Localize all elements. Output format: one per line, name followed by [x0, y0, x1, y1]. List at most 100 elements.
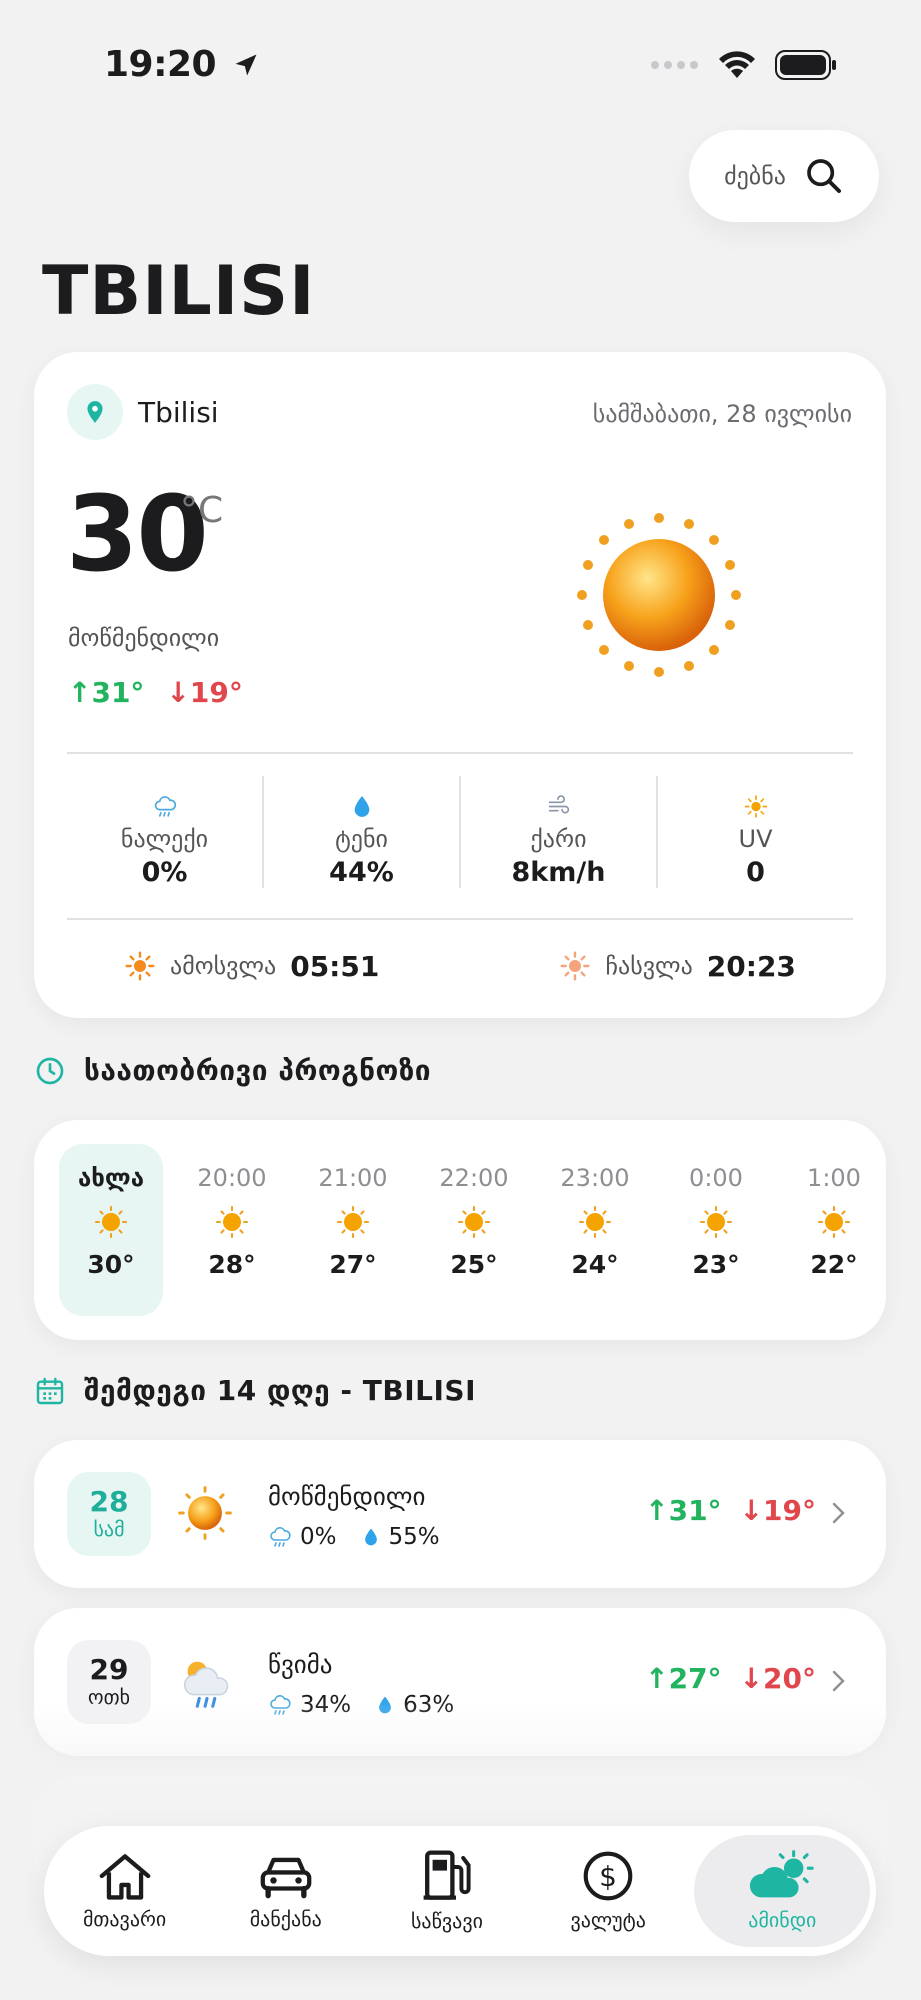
day-high: ↑27°	[645, 1662, 722, 1695]
day-row-today[interactable]: 28 სამ მოწმენდილი 0% 55% ↑31° ↓19°	[34, 1440, 886, 1588]
low-temp: ↓19°	[166, 676, 243, 709]
droplet-icon	[354, 796, 369, 817]
sunset-time: 20:23	[706, 949, 796, 983]
dollar-icon: $	[583, 1851, 633, 1901]
battery-icon	[775, 50, 836, 80]
day-low: ↓20°	[739, 1662, 816, 1695]
sun-icon	[574, 510, 744, 684]
stat-precipitation: ნალექი 0%	[67, 776, 264, 888]
search-button[interactable]: ძებნა	[689, 130, 879, 222]
day-temps: ↑27° ↓20°	[645, 1662, 816, 1695]
status-time: 19:20	[104, 44, 260, 85]
stat-humidity: ტენი 44%	[264, 776, 461, 888]
hour-item-now[interactable]: ახლა 30°	[59, 1144, 163, 1316]
weather-stats: ნალექი 0% ტენი 44% ქარი 8km/h UV 0	[67, 776, 853, 888]
bottom-tab-bar: მთავარი მანქანა საწვავი $ ვალუტა ამინდი	[44, 1826, 876, 1956]
hour-item[interactable]: 0:00 23°	[664, 1120, 768, 1340]
tab-label: საწვავი	[410, 1909, 483, 1933]
chevron-right-icon	[832, 1502, 845, 1524]
hour-temp: 28°	[208, 1250, 256, 1279]
stat-wind: ქარი 8km/h	[461, 776, 658, 888]
sun-icon	[336, 1205, 370, 1239]
hour-time: 21:00	[318, 1164, 388, 1192]
calendar-icon	[36, 1377, 64, 1404]
hour-item[interactable]: 22:00 25°	[422, 1120, 526, 1340]
day-high: ↑31°	[645, 1494, 722, 1527]
daily-forecast-header: შემდეგი 14 დღე - TBILISI	[34, 1374, 476, 1407]
chevron-right-icon	[832, 1670, 845, 1692]
hour-item[interactable]: 20:00 28°	[180, 1120, 284, 1340]
temperature-unit: °C	[180, 490, 224, 531]
fuel-icon	[423, 1850, 471, 1900]
stat-value: 44%	[329, 857, 394, 888]
day-condition: წვიმა	[268, 1650, 333, 1679]
hour-time: ახლა	[78, 1164, 144, 1192]
weather-icon	[750, 1850, 815, 1898]
current-weather-card: Tbilisi სამშაბათი, 28 ივლისი 30 °C მოწმე…	[34, 352, 886, 1018]
day-number: 28	[89, 1484, 129, 1518]
hour-temp: 25°	[450, 1250, 498, 1279]
sun-times: ამოსვლა 05:51 ჩასვლა 20:23	[34, 936, 886, 996]
hour-time: 23:00	[560, 1164, 630, 1192]
status-icons	[651, 50, 837, 80]
day-meta: 0% 55%	[268, 1524, 440, 1550]
current-date: სამშაბათი, 28 ივლისი	[592, 400, 852, 428]
stat-label: ტენი	[335, 825, 388, 853]
car-icon	[260, 1857, 312, 1899]
stat-value: 0%	[141, 857, 188, 888]
uv-sun-icon	[744, 795, 767, 818]
stat-label: ქარი	[530, 825, 587, 853]
rain-cloud-icon	[154, 796, 176, 817]
wifi-icon	[719, 51, 755, 78]
droplet-icon	[364, 1528, 377, 1546]
day-of-week: სამ	[93, 1517, 125, 1542]
hour-temp: 27°	[329, 1250, 377, 1279]
day-temps: ↑31° ↓19°	[645, 1494, 816, 1527]
day-low: ↓19°	[739, 1494, 816, 1527]
status-time-text: 19:20	[104, 44, 217, 85]
hour-item[interactable]: 21:00 27°	[301, 1120, 405, 1340]
hour-temp: 23°	[692, 1250, 740, 1279]
stat-uv: UV 0	[658, 776, 853, 888]
cellular-icon	[651, 61, 698, 69]
sun-icon	[578, 1205, 612, 1239]
hour-temp: 24°	[571, 1250, 619, 1279]
high-low: ↑31° ↓19°	[68, 676, 243, 709]
wind-icon	[548, 795, 569, 814]
tab-label: მანქანა	[249, 1907, 322, 1931]
hour-item[interactable]: 1:00 22°	[782, 1120, 886, 1340]
hourly-forecast-title: საათობრივი პროგნოზი	[84, 1054, 432, 1087]
hour-item[interactable]: 23:00 24°	[543, 1120, 647, 1340]
high-temp: ↑31°	[68, 676, 145, 709]
daily-forecast-title: შემდეგი 14 დღე - TBILISI	[84, 1374, 476, 1407]
sunset-label: ჩასვლა	[605, 952, 693, 980]
location-pin-icon	[87, 401, 103, 423]
hourly-forecast-header: საათობრივი პროგნოზი	[34, 1054, 431, 1087]
hourly-forecast-card[interactable]: ახლა 30° 20:00 28° 21:00 27° 22:00 25° 2…	[34, 1120, 886, 1340]
search-icon	[807, 159, 841, 193]
tab-currency[interactable]: $ ვალუტა	[533, 1835, 683, 1947]
date-badge: 28 სამ	[67, 1472, 151, 1556]
day-condition: მოწმენდილი	[268, 1482, 426, 1511]
location-name: Tbilisi	[138, 396, 219, 429]
tab-weather[interactable]: ამინდი	[694, 1835, 871, 1947]
location-badge	[67, 384, 123, 440]
svg-text:$: $	[599, 1860, 617, 1893]
hour-time: 1:00	[807, 1164, 861, 1192]
location-arrow-icon	[235, 54, 257, 76]
tab-car[interactable]: მანქანა	[211, 1835, 361, 1947]
sunset: ჩასვლა 20:23	[559, 949, 796, 983]
tab-fuel[interactable]: საწვავი	[372, 1835, 522, 1947]
clock-icon	[36, 1057, 64, 1084]
stat-value: 8km/h	[511, 857, 606, 888]
hour-temp: 30°	[87, 1250, 135, 1279]
tab-home[interactable]: მთავარი	[50, 1835, 200, 1947]
stat-label: ნალექი	[120, 825, 209, 853]
sunset-icon	[560, 951, 591, 981]
sun-icon	[817, 1205, 851, 1239]
tab-label: ვალუტა	[570, 1908, 646, 1932]
hour-temp: 22°	[810, 1250, 858, 1279]
hour-time: 0:00	[689, 1164, 743, 1192]
rain-cloud-icon	[270, 1527, 291, 1547]
tab-label: ამინდი	[748, 1908, 817, 1932]
